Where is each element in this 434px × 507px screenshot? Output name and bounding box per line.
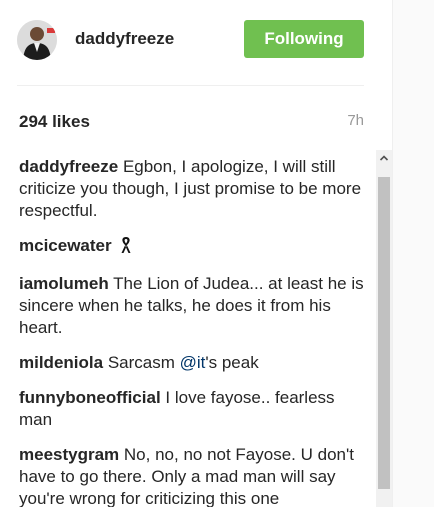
ribbon-icon <box>120 236 132 260</box>
comment-item: meestygram No, no, no not Fayose. U don'… <box>19 444 365 507</box>
comment-item: funnyboneofficial I love fayose.. fearle… <box>19 387 365 431</box>
header-divider <box>17 85 364 86</box>
following-button[interactable]: Following <box>244 20 364 58</box>
comment-item: daddyfreeze Egbon, I apologize, I will s… <box>19 156 365 222</box>
comment-username[interactable]: daddyfreeze <box>19 157 118 176</box>
post-panel: daddyfreeze Following 294 likes 7h daddy… <box>0 0 392 507</box>
comment-username[interactable]: mcicewater <box>19 236 112 255</box>
comments-scrollbar[interactable] <box>376 150 392 507</box>
comment-mention[interactable]: @it <box>180 353 206 372</box>
comment-item: mildeniola Sarcasm @it's peak <box>19 352 365 374</box>
comment-username[interactable]: funnyboneofficial <box>19 388 161 407</box>
post-time[interactable]: 7h <box>347 112 364 129</box>
comment-username[interactable]: mildeniola <box>19 353 103 372</box>
scroll-up-arrow-icon[interactable] <box>376 150 392 166</box>
comment-text: 's peak <box>205 353 259 372</box>
scrollbar-thumb[interactable] <box>378 177 390 489</box>
comments-list: daddyfreeze Egbon, I apologize, I will s… <box>19 156 365 507</box>
likes-count[interactable]: 294 likes <box>19 112 90 132</box>
right-background-strip <box>392 0 434 507</box>
header-username[interactable]: daddyfreeze <box>75 29 174 49</box>
comment-item: mcicewater <box>19 235 365 260</box>
comment-text: Sarcasm <box>107 353 180 372</box>
post-header: daddyfreeze Following <box>0 0 392 85</box>
comment-username[interactable]: iamolumeh <box>19 274 109 293</box>
avatar-person-icon <box>17 20 57 60</box>
avatar[interactable] <box>17 20 57 60</box>
comment-item: iamolumeh The Lion of Judea... at least … <box>19 273 365 339</box>
comment-username[interactable]: meestygram <box>19 445 119 464</box>
